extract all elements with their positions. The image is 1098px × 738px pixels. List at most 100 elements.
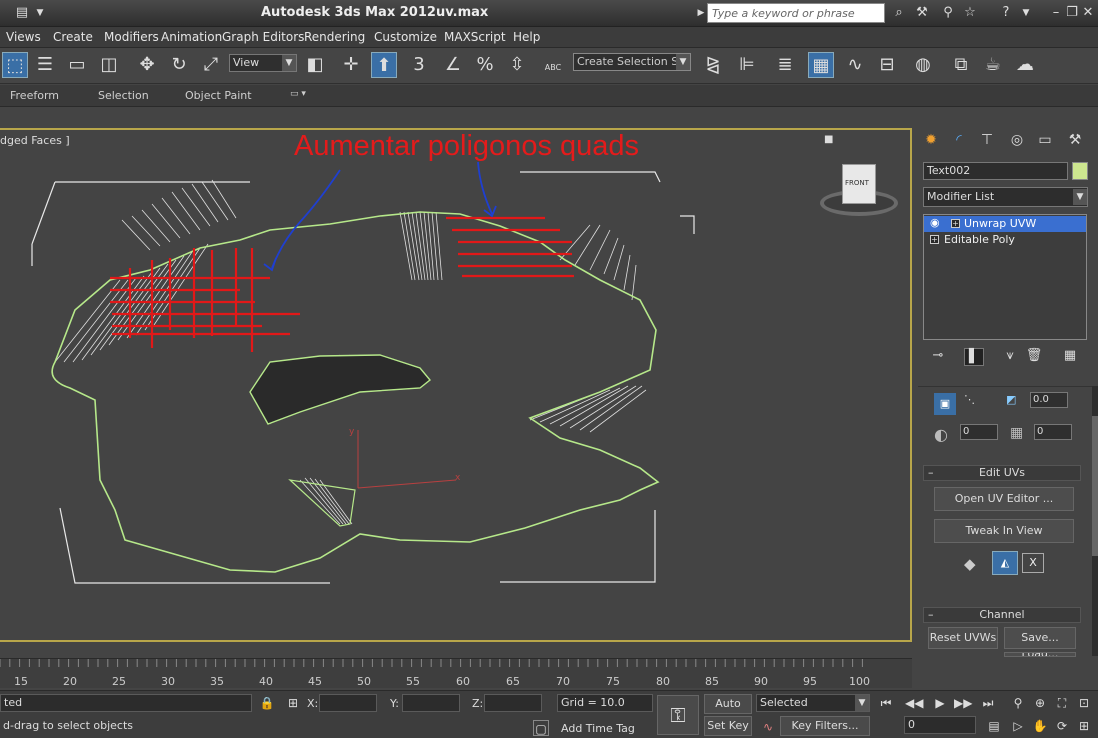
create-tab-icon[interactable]: ✹: [920, 132, 942, 152]
render-setup-icon[interactable]: ⧉: [948, 52, 974, 78]
chevron-down-icon[interactable]: ▼: [1018, 5, 1034, 21]
zoom-extents-all-icon[interactable]: ⊡: [1076, 695, 1092, 711]
stack-item-editable-poly[interactable]: + Editable Poly: [924, 232, 1086, 248]
grid-icon[interactable]: ▦: [1010, 425, 1023, 441]
object-color-swatch[interactable]: [1072, 162, 1088, 180]
y-coordinate-field[interactable]: [402, 694, 460, 712]
mirror-icon[interactable]: ⧎: [700, 52, 726, 78]
select-manipulate-icon[interactable]: ✛: [338, 52, 364, 78]
snaps-toggle-icon[interactable]: 3: [406, 52, 432, 78]
key-filters-button[interactable]: Key Filters...: [780, 716, 870, 736]
render-production-icon[interactable]: ☁: [1012, 52, 1038, 78]
motion-tab-icon[interactable]: ◎: [1006, 132, 1028, 152]
binoculars-icon[interactable]: ⌕: [891, 5, 907, 21]
tweak-in-view-button[interactable]: Tweak In View: [934, 519, 1074, 543]
select-object-icon[interactable]: ⬚: [2, 52, 28, 78]
timeline[interactable]: 15 20 25 30 35 40 45 50 55 60 65 70 75 8…: [0, 658, 912, 688]
search-input[interactable]: Type a keyword or phrase: [707, 3, 885, 23]
make-unique-icon[interactable]: ⩛: [1000, 348, 1020, 366]
show-end-result-icon[interactable]: ▌: [964, 348, 984, 366]
auto-key-button[interactable]: Auto Key: [704, 694, 752, 728]
zoom-icon[interactable]: ⚲: [1010, 695, 1026, 711]
orbit-icon[interactable]: ⟳: [1054, 718, 1070, 734]
schematic-view-icon[interactable]: ⊟: [874, 52, 900, 78]
edit-named-selection-icon[interactable]: ABC: [540, 52, 566, 78]
edit-uvs-rollout-header[interactable]: – Edit UVs: [923, 465, 1081, 481]
absolute-mode-icon[interactable]: ⊞: [285, 695, 301, 711]
display-tab-icon[interactable]: ▭: [1034, 132, 1056, 152]
current-frame-field[interactable]: 0: [904, 716, 976, 734]
menu-maxscript[interactable]: MAXScript: [444, 30, 506, 44]
percent-snap-icon[interactable]: %: [472, 52, 498, 78]
menu-graph-editors[interactable]: Graph Editors: [222, 30, 304, 44]
set-key-button[interactable]: Set Key: [704, 716, 752, 736]
menu-customize[interactable]: Customize: [374, 30, 437, 44]
z-coordinate-field[interactable]: [484, 694, 542, 712]
align-icon[interactable]: ⊫: [734, 52, 760, 78]
open-uv-editor-button[interactable]: Open UV Editor ...: [934, 487, 1074, 511]
go-to-start-icon[interactable]: ⏮: [878, 695, 894, 711]
spinner-value-b[interactable]: 0: [960, 424, 998, 440]
scrollbar-thumb[interactable]: [1092, 416, 1098, 556]
tools-icon[interactable]: ⚒: [914, 5, 930, 21]
next-frame-icon[interactable]: ▶▶: [954, 695, 972, 711]
spinner-value-c[interactable]: 0: [1034, 424, 1072, 440]
key-icon[interactable]: ⚿: [657, 695, 699, 735]
viewcube-box[interactable]: FRONT: [842, 164, 876, 204]
material-editor-icon[interactable]: ◍: [910, 52, 936, 78]
menu-animation[interactable]: Animation: [161, 30, 222, 44]
x-coordinate-field[interactable]: [319, 694, 377, 712]
search-icon[interactable]: ⚲: [940, 5, 956, 21]
key-mode-dropdown[interactable]: Selected ▼: [756, 694, 870, 712]
hierarchy-tab-icon[interactable]: ⊤: [976, 132, 998, 152]
pan-icon[interactable]: ✋: [1032, 718, 1048, 734]
reset-uvws-button[interactable]: Reset UVWs: [928, 627, 998, 649]
modifier-list-dropdown[interactable]: Modifier List ▼: [923, 187, 1088, 207]
star-icon[interactable]: ☆: [962, 5, 978, 21]
pin-stack-icon[interactable]: ⊸: [928, 348, 948, 366]
layer-manager-icon[interactable]: ≣: [772, 52, 798, 78]
angle-snap-icon[interactable]: ∠: [440, 52, 466, 78]
rotate-icon[interactable]: ↻: [166, 52, 192, 78]
ribbon-tab-selection[interactable]: Selection: [98, 89, 149, 102]
lock-selection-icon[interactable]: 🔒: [259, 695, 275, 711]
save-button[interactable]: Save...: [1004, 627, 1076, 649]
time-tag-icon[interactable]: ▢: [533, 720, 549, 736]
ribbon-options-icon[interactable]: ▭ ▾: [290, 89, 306, 99]
restore-icon[interactable]: ❐: [1064, 5, 1080, 21]
sphere-icon[interactable]: ◐: [934, 425, 948, 444]
curve-editor-icon[interactable]: ∿: [842, 52, 868, 78]
close-icon[interactable]: ✕: [1080, 5, 1096, 21]
menu-help[interactable]: Help: [513, 30, 540, 44]
select-by-name-icon[interactable]: ☰: [32, 52, 58, 78]
object-name-field[interactable]: Text002: [923, 162, 1068, 180]
spinner-snap-icon[interactable]: ⇳: [504, 52, 530, 78]
peel-icon[interactable]: ◆: [964, 555, 976, 573]
rect-selection-icon[interactable]: ▭: [64, 52, 90, 78]
graphite-tools-icon[interactable]: ▦: [808, 52, 834, 78]
help-icon[interactable]: ?: [998, 5, 1014, 21]
scale-icon[interactable]: ⤢: [198, 52, 224, 78]
ribbon-tab-object-paint[interactable]: Object Paint: [185, 89, 252, 102]
lightbulb-icon[interactable]: ◉: [930, 216, 940, 229]
spinner-value-a[interactable]: 0.0: [1030, 392, 1068, 408]
play-icon[interactable]: ▶: [932, 695, 948, 711]
stack-item-unwrap-uvw[interactable]: ◉ + Unwrap UVW: [924, 216, 1086, 232]
menu-rendering[interactable]: Rendering: [304, 30, 365, 44]
expand-icon[interactable]: +: [930, 235, 939, 244]
zoom-extents-icon[interactable]: ⛶: [1054, 695, 1070, 711]
vertex-mode-icon[interactable]: ▣: [934, 393, 956, 415]
move-icon[interactable]: ✥: [134, 52, 160, 78]
load-button[interactable]: Load...: [1004, 652, 1076, 657]
ribbon-tab-freeform[interactable]: Freeform: [10, 89, 59, 102]
time-config-icon[interactable]: ▤: [986, 718, 1002, 734]
named-selection-set-dropdown[interactable]: Create Selection Se ▼: [573, 53, 691, 71]
window-crossing-icon[interactable]: ◫: [96, 52, 122, 78]
minimize-icon[interactable]: –: [1048, 5, 1064, 21]
perspective-viewport[interactable]: dged Faces ] ■ y x Aumentar poligonos qu…: [0, 128, 912, 642]
previous-frame-icon[interactable]: ◀◀: [905, 695, 923, 711]
pivot-icon[interactable]: ◧: [302, 52, 328, 78]
app-menu-icon[interactable]: ▤: [14, 5, 30, 21]
menu-create[interactable]: Create: [53, 30, 93, 44]
reference-coord-dropdown[interactable]: View ▼: [229, 54, 297, 72]
